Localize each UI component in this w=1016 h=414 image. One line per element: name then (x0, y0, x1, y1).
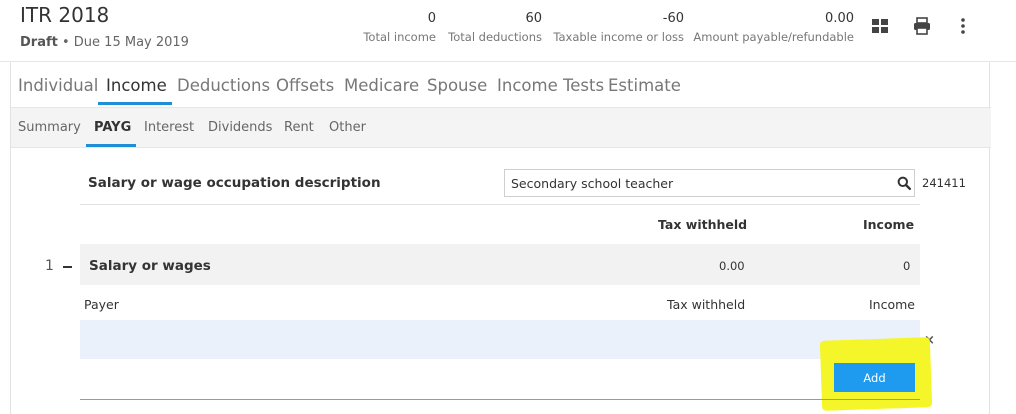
tab-estimate[interactable]: Estimate (608, 76, 681, 95)
tab-income[interactable]: Income (106, 76, 167, 95)
subtab-dividends[interactable]: Dividends (208, 120, 272, 135)
status-draft: Draft (20, 35, 58, 50)
subtab-other[interactable]: Other (329, 120, 366, 135)
stat-label: Amount payable/refundable (693, 30, 854, 44)
subtab-payg[interactable]: PAYG (94, 120, 131, 135)
print-icon[interactable] (913, 17, 931, 35)
main-tabs: Individual Income Deductions Offsets Med… (11, 62, 991, 108)
stat-taxable-income: -60 Taxable income or loss (553, 11, 684, 44)
payer-income-header: Income (869, 297, 915, 312)
stat-label: Total income (363, 30, 436, 44)
payer-column-header: Payer (84, 297, 119, 312)
salary-label: Salary or wages (89, 258, 211, 274)
grid-icon[interactable] (871, 17, 889, 35)
subtab-interest[interactable]: Interest (144, 120, 194, 135)
stat-total-income: 0 Total income (363, 11, 436, 44)
row-number: 1 (45, 258, 54, 274)
stat-value: 0 (427, 11, 436, 26)
search-icon[interactable] (897, 175, 912, 191)
payer-tax-withheld-header: Tax withheld (667, 297, 746, 312)
add-button[interactable]: Add (834, 363, 915, 392)
stat-total-deductions: 60 Total deductions (448, 11, 542, 44)
income-subtabs: Summary PAYG Interest Dividends Rent Oth… (11, 108, 991, 148)
occupation-code: 241411 (922, 176, 966, 190)
tab-offsets[interactable]: Offsets (276, 76, 334, 95)
salary-income-value: 0 (903, 259, 911, 273)
more-vertical-icon[interactable] (954, 17, 972, 35)
return-status: Draft • Due 15 May 2019 (20, 35, 189, 50)
collapse-minus-icon[interactable] (63, 266, 72, 268)
return-title: ITR 2018 (20, 3, 110, 27)
divider (80, 204, 920, 205)
salary-tax-withheld-value: 0.00 (719, 259, 745, 273)
bottom-divider (80, 399, 920, 400)
stat-amount-payable: 0.00 Amount payable/refundable (693, 11, 854, 44)
column-tax-withheld: Tax withheld (658, 217, 748, 232)
due-date: • Due 15 May 2019 (62, 35, 189, 50)
stat-value: 60 (525, 11, 542, 26)
column-income: Income (863, 217, 915, 232)
active-tab-indicator (98, 102, 172, 105)
stat-value: -60 (662, 11, 684, 26)
tab-deductions[interactable]: Deductions (177, 76, 270, 95)
subtab-summary[interactable]: Summary (18, 120, 81, 135)
tab-individual[interactable]: Individual (18, 76, 98, 95)
tab-medicare[interactable]: Medicare (344, 76, 419, 95)
stat-label: Total deductions (448, 30, 542, 44)
active-subtab-indicator (86, 144, 136, 147)
tab-income-tests[interactable]: Income Tests (497, 76, 604, 95)
subtab-rent[interactable]: Rent (284, 120, 314, 135)
stat-label: Taxable income or loss (553, 30, 684, 44)
tab-spouse[interactable]: Spouse (427, 76, 487, 95)
occupation-label: Salary or wage occupation description (88, 175, 381, 191)
occupation-input[interactable] (504, 169, 915, 197)
stat-value: 0.00 (825, 11, 854, 26)
payer-entry-row[interactable] (80, 320, 920, 359)
